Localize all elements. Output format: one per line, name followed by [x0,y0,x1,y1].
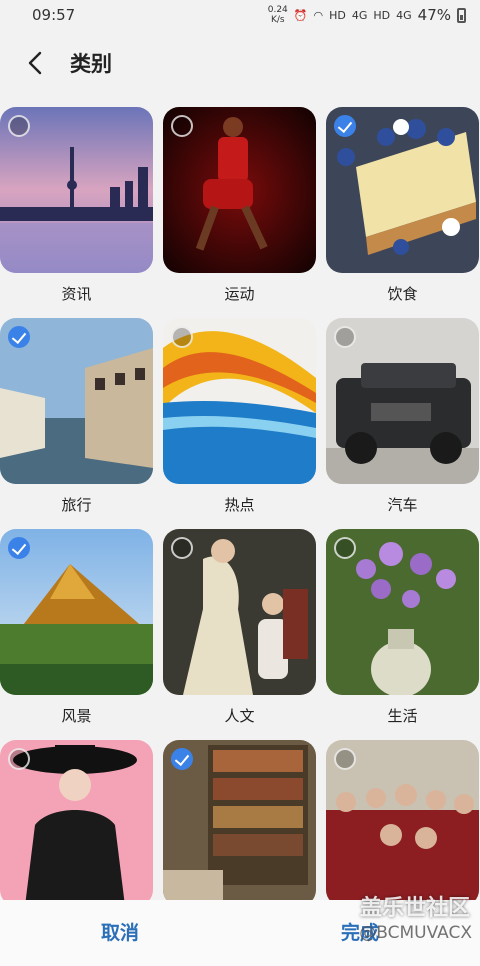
back-button[interactable] [0,38,70,88]
checkbox-checked[interactable] [171,748,193,770]
category-image-painting [163,529,316,695]
network-4g-2: 4G [396,8,412,22]
status-bar: 09:57 0.24 K/s ⏰ ◠ HD 4G HD 4G 47% [0,0,480,30]
category-image-fashion [0,740,153,906]
page-title: 类别 [70,52,112,76]
category-card[interactable]: 运动 [163,107,316,303]
category-image-mountain [0,529,153,695]
category-card[interactable]: 人文 [163,529,316,725]
checkbox[interactable] [334,537,356,559]
network-hd-2: HD [373,8,391,22]
category-card[interactable]: 风景 [0,529,153,725]
category-label: 饮食 [387,285,418,303]
back-arrow-icon [28,51,42,75]
wifi-icon: ◠ [313,8,324,22]
category-image-city [0,107,153,273]
header: 类别 [0,38,480,88]
checkbox-checked[interactable] [8,537,30,559]
category-image-group [326,740,479,906]
category-card[interactable] [326,740,479,907]
checkbox[interactable] [8,115,30,137]
category-image-bookshelf [163,740,316,906]
category-image-cheesecake [326,107,479,273]
category-card[interactable]: 资讯 [0,107,153,303]
checkbox[interactable] [8,748,30,770]
category-card[interactable] [0,740,153,907]
category-image-basketball [163,107,316,273]
watermark-user: @BCMUVACX [359,923,472,943]
network-speed: 0.24 K/s [267,5,288,25]
network-hd-1: HD [329,8,346,22]
category-card[interactable]: 饮食 [326,107,479,303]
checkbox[interactable] [171,537,193,559]
category-card[interactable]: 热点 [163,318,316,514]
category-card[interactable]: 汽车 [326,318,479,514]
status-time: 09:57 [32,6,76,24]
category-label: 生活 [387,707,418,725]
category-label: 旅行 [61,496,92,514]
category-label: 热点 [224,496,255,514]
category-card[interactable]: 生活 [326,529,479,725]
alarm-icon: ⏰ [293,8,308,22]
category-image-paint-wave [163,318,316,484]
category-card[interactable] [163,740,316,907]
status-icons: 0.24 K/s ⏰ ◠ HD 4G HD 4G 47% [268,5,466,25]
checkbox[interactable] [171,326,193,348]
checkbox-checked[interactable] [8,326,30,348]
category-image-suv [326,318,479,484]
network-4g-1: 4G [351,8,368,22]
category-grid: 资讯 运动 饮食 旅行 热点 汽车 风景 人文 生活 [0,107,480,907]
category-label: 风景 [61,707,92,725]
checkbox[interactable] [334,326,356,348]
battery-percent: 47% [417,6,451,24]
category-label: 运动 [224,285,255,303]
battery-icon [457,7,466,23]
category-label: 资讯 [61,285,92,303]
checkbox[interactable] [334,748,356,770]
watermark-community: 盖乐世社区 [359,896,470,921]
category-label: 人文 [224,707,255,725]
checkbox-checked[interactable] [334,115,356,137]
category-card[interactable]: 旅行 [0,318,153,514]
checkbox[interactable] [171,115,193,137]
category-label: 汽车 [387,496,418,514]
category-image-flowers [326,529,479,695]
cancel-button[interactable]: 取消 [0,900,240,966]
category-image-watertown [0,318,153,484]
